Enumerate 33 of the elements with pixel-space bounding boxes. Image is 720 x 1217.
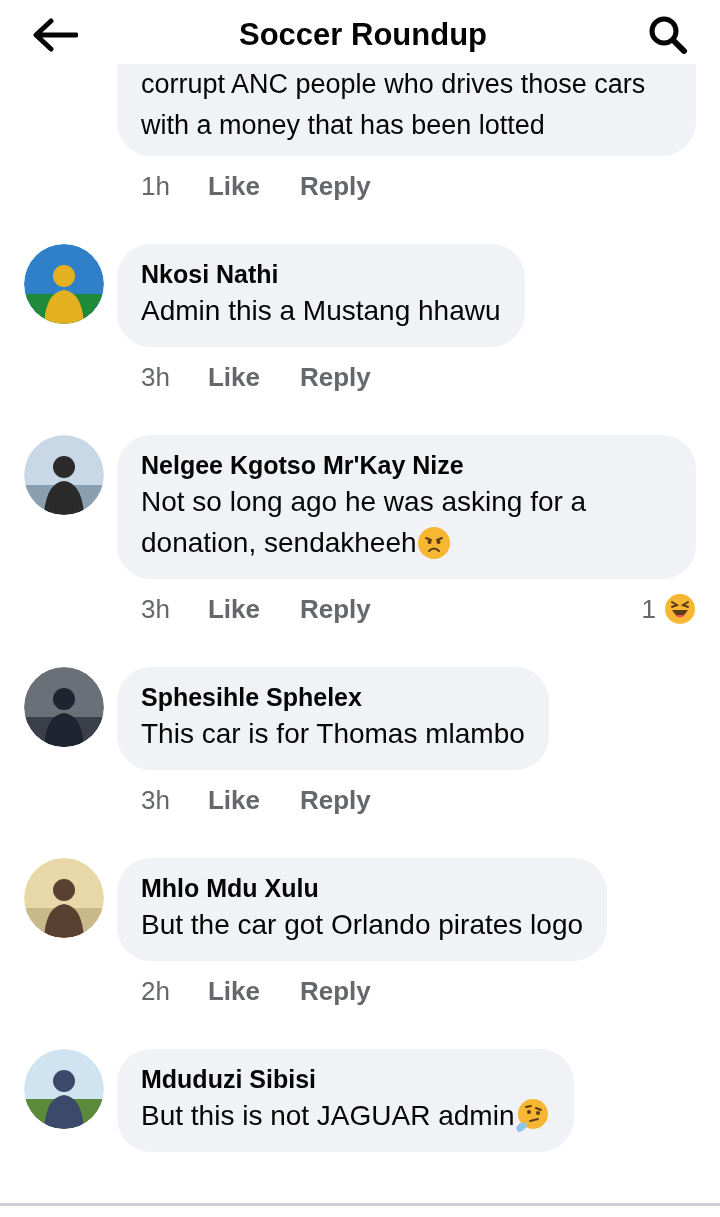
- comment-text: corrupt ANC people who drives those cars with a money that has been lotted: [141, 68, 647, 142]
- angry-face-icon: [416, 525, 451, 560]
- thinking-face-icon: [514, 1097, 551, 1134]
- comment-text: Admin this a Mustang hhawu: [141, 294, 501, 328]
- like-link[interactable]: Like: [207, 780, 260, 820]
- laughing-face-icon: [664, 593, 696, 625]
- comment-time: 1h: [141, 169, 170, 203]
- back-arrow-icon[interactable]: [32, 18, 78, 52]
- comment-author[interactable]: Nkosi Nathi: [141, 258, 501, 290]
- search-icon[interactable]: [648, 15, 688, 55]
- comment-text: But the car got Orlando pirates logo: [141, 908, 584, 942]
- comment-text: This car is for Thomas mlambo: [141, 717, 525, 751]
- reply-link[interactable]: Reply: [299, 357, 371, 397]
- reply-link[interactable]: Reply: [299, 589, 371, 629]
- comment-time: 3h: [141, 592, 170, 626]
- comment-author[interactable]: Mhlo Mdu Xulu: [141, 872, 584, 904]
- comment-author[interactable]: Nelgee Kgotso Mr'Kay Nize: [141, 449, 672, 481]
- page-title: Soccer Roundup: [239, 15, 487, 54]
- comment-text: But this is not JAGUAR admin: [141, 1095, 551, 1136]
- like-link[interactable]: Like: [207, 971, 260, 1011]
- reply-link[interactable]: Reply: [299, 166, 371, 206]
- comment-text: Not so long ago he was asking for a donation, sendakheeh: [141, 485, 588, 562]
- like-link[interactable]: Like: [207, 166, 260, 206]
- reply-link[interactable]: Reply: [299, 780, 371, 820]
- comment-time: 3h: [141, 783, 170, 817]
- reply-link[interactable]: Reply: [299, 971, 371, 1011]
- comment-author[interactable]: Sphesihle Sphelex: [141, 681, 525, 713]
- like-link[interactable]: Like: [207, 589, 260, 629]
- comment-time: 2h: [141, 974, 170, 1008]
- reaction-count: 1: [641, 592, 656, 626]
- like-link[interactable]: Like: [207, 357, 260, 397]
- comment-time: 3h: [141, 360, 170, 394]
- comment-author[interactable]: Mduduzi Sibisi: [141, 1063, 551, 1095]
